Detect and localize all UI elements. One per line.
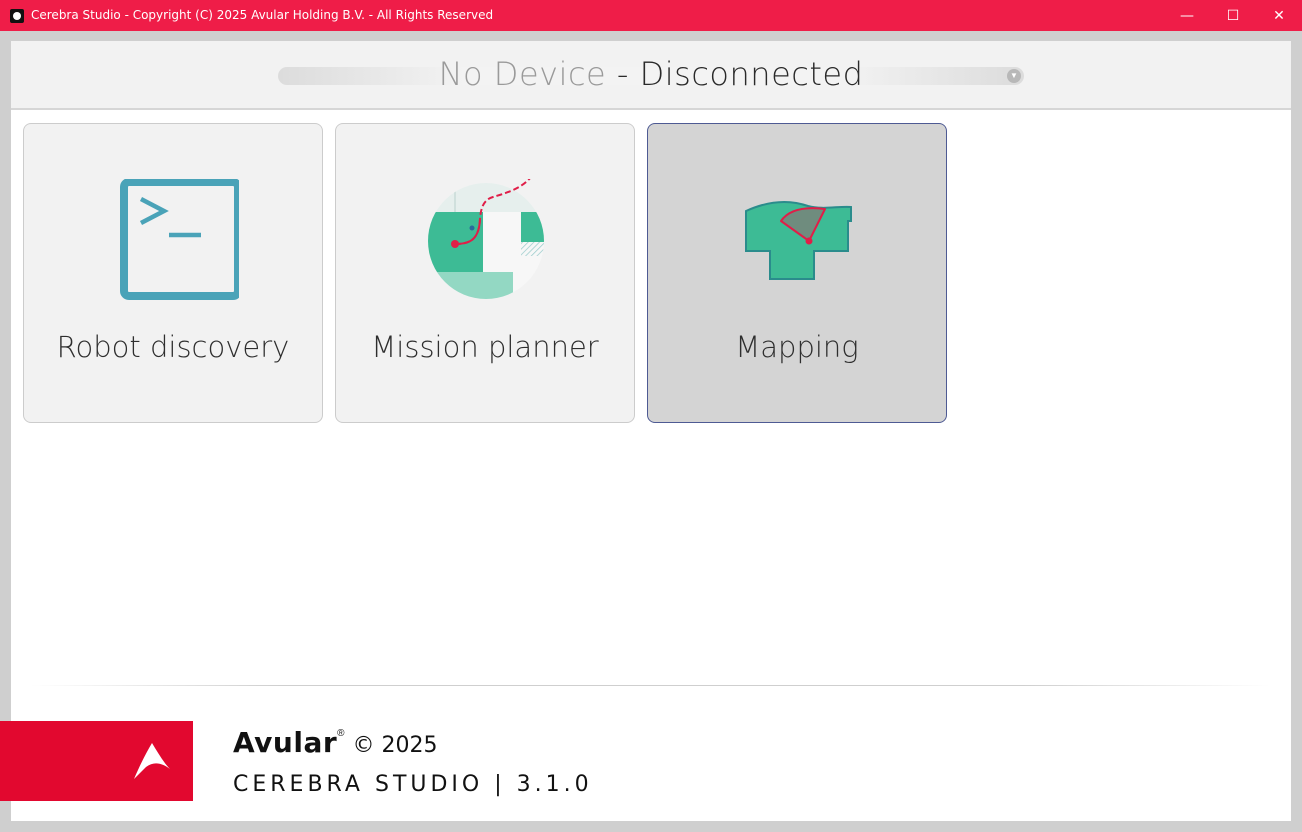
avular-logo [0,721,193,801]
product-version: CEREBRA STUDIO | 3.1.0 [233,772,593,797]
device-separator: - [606,55,640,93]
tile-robot-discovery[interactable]: Robot discovery [23,123,323,423]
mapping-icon [745,200,852,280]
chevron-down-icon[interactable]: ▼ [1007,69,1021,83]
device-status-title[interactable]: No Device - Disconnected [11,55,1291,93]
connection-status: Disconnected [639,55,864,93]
close-button[interactable]: ✕ [1256,0,1302,31]
app-icon [10,9,24,23]
window-title: Cerebra Studio - Copyright (C) 2025 Avul… [31,8,494,22]
tile-label: Mapping [735,330,859,364]
brand-name: Avular [233,726,338,759]
tile-mission-planner[interactable]: Mission planner [335,123,635,423]
footer-divider [31,685,1271,686]
copyright-text: © 2025 [352,733,438,758]
brand-line: Avular® © 2025 [233,726,438,759]
device-header: No Device - Disconnected ▼ [11,41,1291,110]
device-name: No Device [438,55,607,93]
app-content: No Device - Disconnected ▼ Robot discove… [0,41,1291,821]
mission-map-icon [428,179,544,299]
avular-logo-icon [134,743,170,779]
terminal-icon [120,179,239,300]
minimize-button[interactable]: — [1164,0,1210,31]
title-bar: Cerebra Studio - Copyright (C) 2025 Avul… [0,0,1302,31]
tile-label: Mission planner [371,330,599,364]
maximize-button[interactable]: ☐ [1210,0,1256,31]
tile-mapping[interactable]: Mapping [647,123,947,423]
registered-mark: ® [337,728,345,739]
tile-label: Robot discovery [56,330,290,364]
